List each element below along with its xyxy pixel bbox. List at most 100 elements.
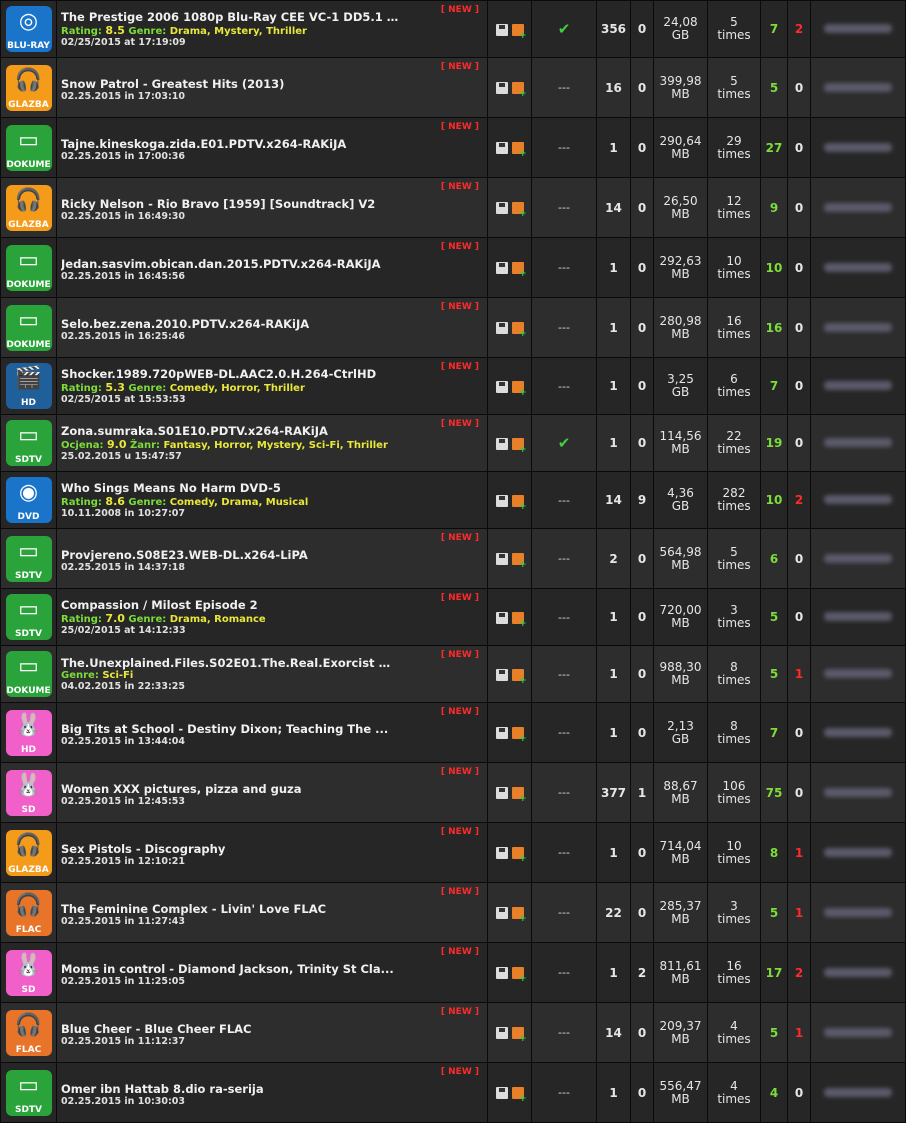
category-icon[interactable]: ▭ DOKUME — [5, 244, 52, 291]
comments-count[interactable]: 0 — [630, 1002, 654, 1063]
bookmark-add-icon[interactable] — [511, 202, 527, 219]
download-icon[interactable] — [495, 494, 508, 507]
comments-count[interactable]: 0 — [630, 1062, 654, 1123]
uploader-name-blurred[interactable] — [824, 787, 892, 797]
download-icon[interactable] — [495, 262, 508, 274]
snatched-cell[interactable]: 5 times — [707, 528, 761, 589]
files-count[interactable]: 356 — [596, 0, 631, 58]
category-icon[interactable]: 🎧 GLAZBA — [5, 829, 52, 876]
leechers-count[interactable]: 0 — [787, 357, 811, 415]
leechers-count[interactable]: 2 — [787, 0, 811, 58]
bookmark-add-icon[interactable] — [511, 787, 527, 804]
seeders-count[interactable]: 5 — [760, 57, 788, 118]
torrent-name-link[interactable]: Blue Cheer - Blue Cheer FLAC — [61, 1022, 401, 1036]
download-icon[interactable] — [495, 553, 508, 565]
download-icon[interactable] — [495, 967, 508, 979]
comments-count[interactable]: 1 — [630, 762, 654, 823]
bookmark-add-icon[interactable] — [511, 668, 527, 686]
leechers-count[interactable]: 2 — [787, 471, 811, 529]
files-count[interactable]: 1 — [596, 942, 631, 1003]
uploader-name-blurred[interactable] — [824, 82, 892, 92]
torrent-name-link[interactable]: Jedan.sasvim.obican.dan.2015.PDTV.x264-R… — [61, 257, 401, 271]
category-icon[interactable]: ▭ SDTV — [5, 420, 52, 466]
uploader-name-blurred[interactable] — [824, 262, 892, 272]
bookmark-add-icon[interactable] — [511, 437, 527, 455]
leechers-count[interactable]: 0 — [787, 762, 811, 823]
comments-count[interactable]: 9 — [630, 471, 654, 529]
torrent-name-link[interactable]: Ricky Nelson - Rio Bravo [1959] [Soundtr… — [61, 197, 401, 211]
category-icon[interactable]: ▭ SDTV — [5, 535, 52, 582]
download-icon[interactable] — [495, 727, 508, 739]
bookmark-add-icon[interactable] — [511, 553, 527, 570]
files-count[interactable]: 1 — [596, 822, 631, 883]
leechers-count[interactable]: 0 — [787, 237, 811, 298]
download-icon[interactable] — [495, 142, 508, 154]
comments-count[interactable]: 0 — [630, 822, 654, 883]
uploader-name-blurred[interactable] — [824, 847, 892, 857]
snatched-cell[interactable]: 3 times — [707, 588, 761, 646]
category-icon[interactable]: ▭ SDTV — [5, 594, 52, 640]
snatched-cell[interactable]: 106 times — [707, 762, 761, 823]
leechers-count[interactable]: 0 — [787, 57, 811, 118]
download-icon[interactable] — [495, 1087, 508, 1099]
category-icon[interactable]: 🎧 FLAC — [5, 889, 52, 936]
files-count[interactable]: 14 — [596, 177, 631, 238]
snatched-cell[interactable]: 10 times — [707, 237, 761, 298]
torrent-name-link[interactable]: Provjereno.S08E23.WEB-DL.x264-LiPA — [61, 548, 401, 562]
seeders-count[interactable]: 19 — [760, 414, 788, 472]
bookmark-add-icon[interactable] — [511, 1087, 527, 1104]
files-count[interactable]: 1 — [596, 645, 631, 703]
comments-count[interactable]: 0 — [630, 357, 654, 415]
leechers-count[interactable]: 0 — [787, 588, 811, 646]
torrent-name-link[interactable]: Moms in control - Diamond Jackson, Trini… — [61, 962, 401, 976]
download-icon[interactable] — [495, 202, 508, 214]
snatched-cell[interactable]: 22 times — [707, 414, 761, 472]
uploader-name-blurred[interactable] — [824, 381, 892, 390]
comments-count[interactable]: 0 — [630, 0, 654, 58]
torrent-name-link[interactable]: Sex Pistols - Discography — [61, 842, 401, 856]
leechers-count[interactable]: 0 — [787, 1062, 811, 1123]
torrent-name-link[interactable]: Big Tits at School - Destiny Dixon; Teac… — [61, 722, 401, 736]
snatched-cell[interactable]: 6 times — [707, 357, 761, 415]
seeders-count[interactable]: 5 — [760, 882, 788, 943]
torrent-name-link[interactable]: The Prestige 2006 1080p Blu-Ray CEE VC-1… — [61, 10, 401, 24]
torrent-name-link[interactable]: Snow Patrol - Greatest Hits (2013) — [61, 77, 401, 91]
download-icon[interactable] — [495, 82, 508, 94]
download-icon[interactable] — [495, 611, 508, 624]
category-icon[interactable]: ▭ DOKUME — [5, 124, 52, 171]
seeders-count[interactable]: 7 — [760, 357, 788, 415]
download-icon[interactable] — [495, 668, 508, 681]
leechers-count[interactable]: 2 — [787, 942, 811, 1003]
files-count[interactable]: 14 — [596, 1002, 631, 1063]
snatched-cell[interactable]: 12 times — [707, 177, 761, 238]
uploader-name-blurred[interactable] — [824, 24, 892, 33]
category-icon[interactable]: 🐰 SD — [5, 949, 52, 996]
snatched-cell[interactable]: 29 times — [707, 117, 761, 178]
torrent-name-link[interactable]: The Feminine Complex - Livin' Love FLAC — [61, 902, 401, 916]
seeders-count[interactable]: 9 — [760, 177, 788, 238]
comments-count[interactable]: 0 — [630, 237, 654, 298]
comments-count[interactable]: 0 — [630, 414, 654, 472]
leechers-count[interactable]: 0 — [787, 414, 811, 472]
bookmark-add-icon[interactable] — [511, 967, 527, 984]
leechers-count[interactable]: 0 — [787, 117, 811, 178]
bookmark-add-icon[interactable] — [511, 23, 527, 41]
torrent-name-link[interactable]: Compassion / Milost Episode 2 — [61, 598, 401, 612]
snatched-cell[interactable]: 16 times — [707, 297, 761, 358]
category-icon[interactable]: 🐰 HD — [5, 709, 52, 756]
comments-count[interactable]: 0 — [630, 117, 654, 178]
category-icon[interactable]: ▭ DOKUME — [5, 651, 52, 697]
torrent-name-link[interactable]: Who Sings Means No Harm DVD-5 — [61, 481, 401, 495]
comments-count[interactable]: 0 — [630, 57, 654, 118]
seeders-count[interactable]: 5 — [760, 588, 788, 646]
seeders-count[interactable]: 10 — [760, 471, 788, 529]
category-icon[interactable]: 🎧 GLAZBA — [5, 64, 52, 111]
seeders-count[interactable]: 75 — [760, 762, 788, 823]
bookmark-add-icon[interactable] — [511, 907, 527, 924]
uploader-name-blurred[interactable] — [824, 322, 892, 332]
seeders-count[interactable]: 8 — [760, 822, 788, 883]
leechers-count[interactable]: 1 — [787, 1002, 811, 1063]
uploader-name-blurred[interactable] — [824, 907, 892, 917]
category-icon[interactable]: 🎧 GLAZBA — [5, 184, 52, 231]
snatched-cell[interactable]: 5 times — [707, 57, 761, 118]
